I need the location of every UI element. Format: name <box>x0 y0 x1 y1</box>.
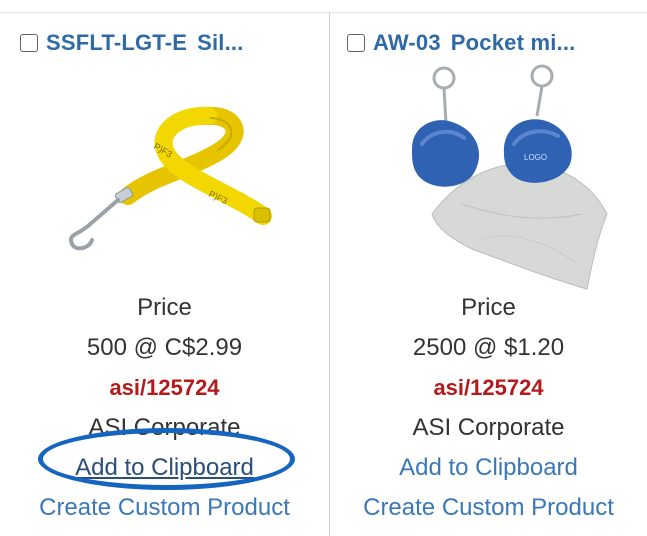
product-card: AW-03 Pocket mi... LOGO Price 2500 @ $1.2… <box>330 12 647 536</box>
lanyard-image[interactable]: P)F3 P)F3 <box>58 104 278 254</box>
product-sku: AW-03 <box>373 30 441 55</box>
product-name: Pocket mi... <box>450 30 576 55</box>
product-card: SSFLT-LGT-E Sil... P)F3 P)F3 Price 500 @ … <box>0 12 329 536</box>
product-title-link[interactable]: AW-03 Pocket mi... <box>373 30 575 56</box>
microfiber-cloth-keychain-image[interactable]: LOGO <box>392 64 642 304</box>
price-value: 2500 @ $1.20 <box>412 334 565 361</box>
add-to-clipboard-link[interactable]: Add to Clipboard <box>0 448 329 488</box>
price-label: Price <box>461 294 516 321</box>
product-title-row: SSFLT-LGT-E Sil... <box>20 30 244 56</box>
select-product-checkbox[interactable] <box>347 34 365 52</box>
product-name: Sil... <box>197 30 244 55</box>
product-sku: SSFLT-LGT-E <box>46 30 188 55</box>
supplier-name: ASI Corporate <box>412 414 565 441</box>
svg-text:LOGO: LOGO <box>524 153 547 162</box>
product-title-row: AW-03 Pocket mi... <box>347 30 575 56</box>
price-label: Price <box>137 294 192 321</box>
product-info: Price 500 @ C$2.99 asi/125724 ASI Corpor… <box>0 288 329 528</box>
product-grid: SSFLT-LGT-E Sil... P)F3 P)F3 Price 500 @ … <box>0 0 647 536</box>
create-custom-product-link[interactable]: Create Custom Product <box>0 488 329 528</box>
asi-number: asi/125724 <box>109 375 220 400</box>
product-info: Price 2500 @ $1.20 asi/125724 ASI Corpor… <box>330 288 647 528</box>
create-custom-product-link[interactable]: Create Custom Product <box>330 488 647 528</box>
asi-number: asi/125724 <box>433 375 544 400</box>
price-value: 500 @ C$2.99 <box>86 334 243 361</box>
select-product-checkbox[interactable] <box>20 34 38 52</box>
add-to-clipboard-link[interactable]: Add to Clipboard <box>330 448 647 488</box>
supplier-name: ASI Corporate <box>88 414 241 441</box>
product-title-link[interactable]: SSFLT-LGT-E Sil... <box>46 30 244 56</box>
